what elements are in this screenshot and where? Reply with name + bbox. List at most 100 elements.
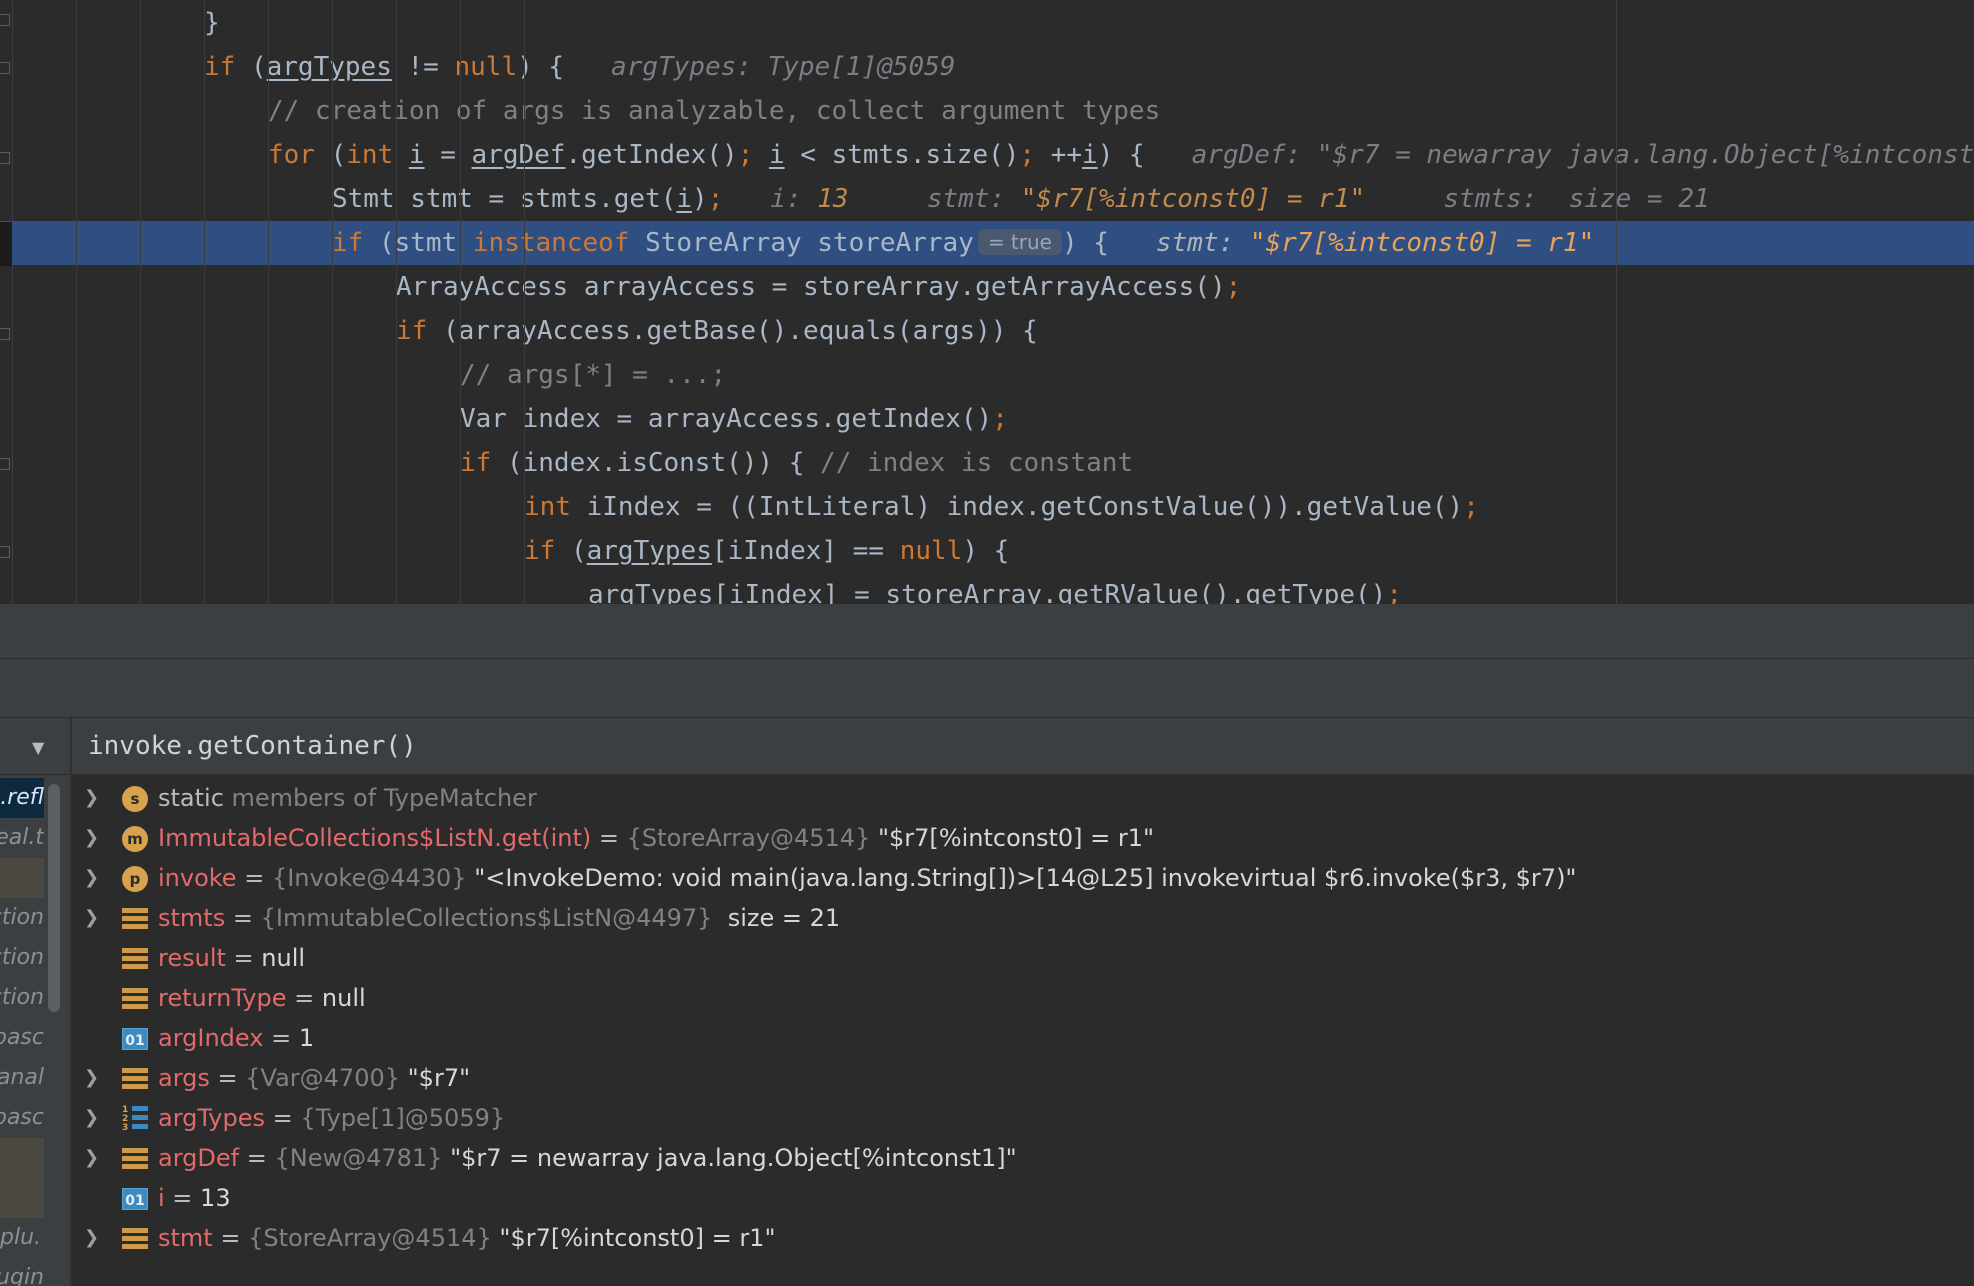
code-token: argTypes (266, 52, 392, 82)
variable-reference: {StoreArray@4514} (626, 824, 878, 852)
thread-selector[interactable]: ▼ (0, 718, 70, 775)
param-icon: p (122, 866, 148, 892)
hint-token: 13 (817, 184, 849, 214)
stack-frame-item[interactable] (0, 1138, 44, 1178)
array-icon: 123 (122, 1106, 148, 1133)
variables-pane[interactable]: invoke.getContainer() ❯ s static members o… (72, 718, 1974, 1286)
variable-row[interactable]: result = null (72, 938, 1974, 978)
code-token: ; (1386, 580, 1402, 604)
variable-row[interactable]: ❯ s static members of TypeMatcher (72, 778, 1974, 818)
code-line[interactable]: int iIndex = ((IntLiteral) index.getCons… (0, 485, 1974, 529)
chevron-right-icon[interactable]: ❯ (84, 1098, 104, 1138)
variable-value: 13 (200, 1184, 231, 1212)
variable-row[interactable]: ❯ argDef = {New@4781} "$r7 = newarray jav… (72, 1138, 1974, 1178)
stack-frame-item[interactable] (0, 858, 44, 898)
variable-row[interactable]: ❯ stmt = {StoreArray@4514} "$r7[%intconst… (72, 1218, 1974, 1258)
variable-row[interactable]: ❯ stmts = {ImmutableCollections$ListN@449… (72, 898, 1974, 938)
code-line[interactable]: if (argTypes[iIndex] == null) { (0, 529, 1974, 573)
stack-frame-item[interactable]: eal.t (0, 818, 44, 858)
code-line[interactable]: argTypes[iIndex] = storeArray.getRValue(… (0, 573, 1974, 604)
frames-scrollbar[interactable] (48, 784, 60, 1012)
equals-sign: = (225, 944, 262, 972)
method-icon: m (122, 826, 148, 852)
indent-guide (76, 0, 77, 604)
chevron-right-icon[interactable]: ❯ (84, 1058, 104, 1098)
stack-frame-item[interactable]: ction (0, 978, 44, 1018)
code-token: ) (692, 184, 708, 214)
chevron-right-icon[interactable]: ❯ (84, 818, 104, 858)
code-token: .getIndex() (565, 140, 738, 170)
code-line[interactable]: if (index.isConst()) { // index is const… (0, 441, 1974, 485)
chevron-right-icon[interactable]: ❯ (84, 1138, 104, 1178)
code-token: i (676, 184, 693, 214)
stack-frame-item[interactable]: ugin (0, 1258, 44, 1286)
code-token: [iIndex] == (711, 536, 900, 566)
inline-value-badge[interactable]: = true (977, 229, 1062, 255)
debugger-panel: ▼ a.refleal.tctionctionctionbascanalbasc… (0, 718, 1974, 1286)
indent-guide (332, 0, 333, 604)
chevron-right-icon[interactable]: ❯ (84, 778, 104, 818)
code-token: ( (555, 536, 587, 566)
field-icon (122, 908, 148, 934)
code-editor[interactable]: } if (argTypes != null) { argTypes: Type[… (0, 0, 1974, 604)
code-token: int (346, 140, 409, 170)
variable-value: "<InvokeDemo: void main(java.lang.String… (474, 864, 1577, 892)
hint-token: i: (723, 184, 818, 214)
code-line[interactable]: if (argTypes != null) { argTypes: Type[1… (0, 45, 1974, 89)
code-token: i (408, 140, 425, 170)
static-icon: s (122, 786, 148, 812)
inline-debug-hint: argDef: "$r7 = newarray java.lang.Object… (1145, 140, 1974, 170)
chevron-right-icon[interactable]: ❯ (84, 858, 104, 898)
stack-frame-item[interactable]: anal (0, 1058, 44, 1098)
expression-text[interactable]: invoke.getContainer() (88, 718, 417, 774)
variable-name: returnType (158, 984, 287, 1012)
code-token: argTypes (586, 536, 712, 566)
code-line[interactable]: Var index = arrayAccess.getIndex(); (0, 397, 1974, 441)
variable-row[interactable]: ❯ 1 2 3 argTypes = {Type[1]@5059} (72, 1098, 1974, 1138)
frames-pane[interactable]: ▼ a.refleal.tctionctionctionbascanalbasc… (0, 718, 72, 1286)
stack-frame-item[interactable]: basc (0, 1098, 44, 1138)
stack-frame-item[interactable]: ction (0, 938, 44, 978)
stack-frame-item[interactable]: a.refl (0, 778, 44, 818)
hint-token: argTypes: Type[1]@5059 (564, 52, 956, 82)
variable-reference: {Type[1]@5059} (300, 1104, 506, 1132)
code-token: (arrayAccess.getBase().equals(args)) { (427, 316, 1038, 346)
variable-row[interactable]: 01 argIndex = 1 (72, 1018, 1974, 1058)
code-line[interactable]: if (arrayAccess.getBase().equals(args)) … (0, 309, 1974, 353)
variable-row[interactable]: ❯ m ImmutableCollections$ListN.get(int) = … (72, 818, 1974, 858)
stack-frame-item[interactable] (0, 1178, 44, 1218)
code-token: ; (1019, 140, 1036, 170)
chevron-right-icon[interactable]: ❯ (84, 1218, 104, 1258)
chevron-right-icon[interactable]: ❯ (84, 898, 104, 938)
inline-debug-hint: i: 13 stmt: "$r7[%intconst0] = r1" stmts… (723, 184, 1709, 214)
code-line[interactable]: // args[*] = ...; (0, 353, 1974, 397)
variable-row[interactable]: returnType = null (72, 978, 1974, 1018)
code-token: ) { (1097, 140, 1145, 170)
code-line[interactable]: } (0, 1, 1974, 45)
evaluate-expression-bar[interactable]: invoke.getContainer() (72, 718, 1974, 775)
hint-token: stmt: (848, 184, 1021, 214)
code-line[interactable]: for (int i = argDef.getIndex(); i < stmt… (0, 133, 1974, 177)
debug-toolbar[interactable] (0, 604, 1974, 659)
variable-name: static (158, 784, 224, 812)
indent-guide (140, 0, 141, 604)
current-line[interactable]: if (stmt instanceof StoreArray storeArra… (0, 221, 1974, 265)
variable-text: argIndex = 1 (158, 1018, 314, 1058)
variable-row[interactable]: ❯ p invoke = {Invoke@4430} "<InvokeDemo: v… (72, 858, 1974, 898)
chevron-down-icon[interactable]: ▼ (32, 738, 44, 757)
code-line[interactable]: Stmt stmt = stmts.get(i); i: 13 stmt: "$… (0, 177, 1974, 221)
code-line[interactable]: // creation of args is analyzable, colle… (0, 89, 1974, 133)
code-token: i (768, 140, 785, 170)
code-line[interactable]: ArrayAccess arrayAccess = storeArray.get… (0, 265, 1974, 309)
variable-name: invoke (158, 864, 237, 892)
equals-sign: = (209, 1064, 246, 1092)
code-token: if (524, 536, 556, 566)
stack-frame-item[interactable]: .plu (0, 1218, 44, 1258)
variable-name: argDef (158, 1144, 240, 1172)
debug-tabs-bar[interactable] (0, 659, 1974, 718)
variable-row[interactable]: 01 i = 13 (72, 1178, 1974, 1218)
variable-name: args (158, 1064, 210, 1092)
stack-frame-item[interactable]: basc (0, 1018, 44, 1058)
stack-frame-item[interactable]: ction (0, 898, 44, 938)
variable-row[interactable]: ❯ args = {Var@4700} "$r7" (72, 1058, 1974, 1098)
